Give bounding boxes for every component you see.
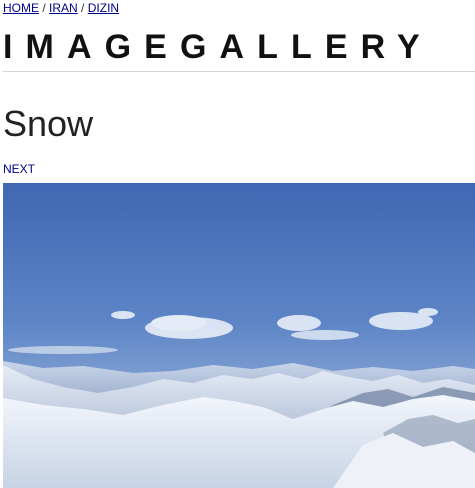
next-link[interactable]: NEXT <box>3 162 35 176</box>
breadcrumb-separator: / <box>42 1 46 15</box>
breadcrumb: HOME / IRAN / DIZIN <box>3 1 119 15</box>
breadcrumb-link-home[interactable]: HOME <box>3 1 39 15</box>
header-divider <box>3 71 475 72</box>
breadcrumb-link-dizin[interactable]: DIZIN <box>88 1 119 15</box>
site-title: IMAGEGALLERY <box>3 28 433 66</box>
breadcrumb-separator: / <box>81 1 85 15</box>
page-title: Snow <box>3 103 94 144</box>
gallery-photo[interactable] <box>3 183 475 488</box>
breadcrumb-link-iran[interactable]: IRAN <box>49 1 78 15</box>
